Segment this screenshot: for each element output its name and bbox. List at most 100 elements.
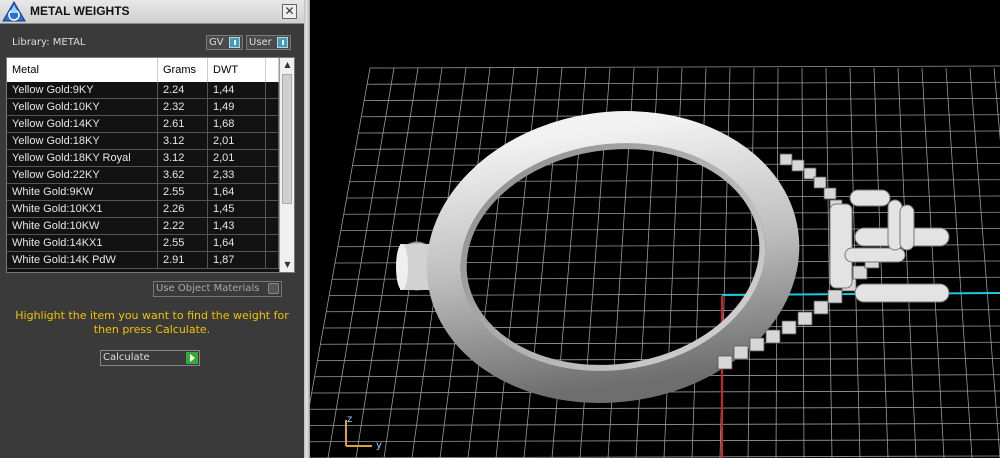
- metal-cell: Yellow Gold:9KY: [7, 82, 158, 98]
- library-label: Library: METAL: [12, 37, 86, 48]
- table-row[interactable]: Yellow Gold:10KY 2.32 1,49: [7, 99, 279, 116]
- table-row[interactable]: White Gold:10KW 2.22 1,43: [7, 218, 279, 235]
- grams-cell: 3.12: [158, 133, 208, 149]
- spacer-cell: [266, 99, 279, 115]
- grid-line: [364, 98, 1000, 101]
- user-toggle[interactable]: User: [246, 35, 291, 50]
- grid-line: [969, 67, 1000, 458]
- grid-line: [320, 341, 1000, 345]
- metal-cell: Yellow Gold:18KY Royal: [7, 150, 158, 166]
- grid-line: [369, 65, 1000, 69]
- toggle-switch-icon: [229, 37, 240, 48]
- scroll-up-icon[interactable]: ▲: [280, 58, 294, 72]
- table-row[interactable]: Yellow Gold:18KY 3.12 2,01: [7, 133, 279, 150]
- grid-line: [467, 67, 515, 458]
- metal-cell: White Gold:14K PdW: [7, 252, 158, 268]
- metal-cell: Yellow Gold:10KY: [7, 99, 158, 115]
- grams-cell: 2.55: [158, 184, 208, 200]
- table-row[interactable]: Yellow Gold:14KY 2.61 1,68: [7, 116, 279, 133]
- grid-line: [323, 325, 1000, 329]
- dwt-cell: 1,49: [208, 99, 266, 115]
- spacer-cell: [266, 133, 279, 149]
- use-object-materials-label: Use Object Materials: [156, 283, 260, 294]
- table-scrollbar[interactable]: ▲ ▼: [279, 58, 294, 272]
- play-arrow-icon: [186, 352, 198, 364]
- instruction-text: Highlight the item you want to find the …: [15, 309, 289, 336]
- grid-line: [993, 67, 1000, 142]
- grid-line: [349, 179, 1000, 183]
- dwt-cell: 1,43: [208, 218, 266, 234]
- grid-line: [367, 81, 1000, 85]
- spacer-cell: [266, 218, 279, 234]
- grams-cell: 3.12: [158, 150, 208, 166]
- grams-cell: 2.22: [158, 218, 208, 234]
- scroll-down-icon[interactable]: ▼: [280, 258, 294, 272]
- grid-line: [495, 67, 539, 458]
- metal-cell: Yellow Gold:18KY: [7, 133, 158, 149]
- spacer-cell: [266, 116, 279, 132]
- user-toggle-label: User: [249, 37, 272, 48]
- dwt-cell: 2,33: [208, 167, 266, 183]
- dwt-cell: 2,01: [208, 150, 266, 166]
- grid-line: [801, 67, 805, 458]
- grid-line: [897, 67, 917, 458]
- column-header-dwt[interactable]: DWT: [208, 58, 266, 82]
- grid-line: [945, 67, 973, 458]
- grid-line: [361, 114, 1000, 118]
- gv-toggle[interactable]: GV: [206, 35, 243, 50]
- axis-gizmo: z y: [345, 414, 382, 451]
- grid-line: [310, 406, 1000, 410]
- option-toggle-icon: [268, 283, 279, 294]
- grid-line: [326, 309, 1000, 313]
- spacer-cell: [266, 167, 279, 183]
- table-row[interactable]: White Gold:9KW 2.55 1,64: [7, 184, 279, 201]
- dwt-cell: 2,01: [208, 133, 266, 149]
- dwt-cell: 1,44: [208, 82, 266, 98]
- grams-cell: 2.32: [158, 99, 208, 115]
- spacer-cell: [266, 184, 279, 200]
- metal-cell: White Gold:9KW: [7, 184, 158, 200]
- dwt-cell: 1,64: [208, 235, 266, 251]
- grams-cell: 2.55: [158, 235, 208, 251]
- table-header: Metal Grams DWT: [7, 58, 279, 82]
- table-row[interactable]: White Gold:14K PdW 2.91 1,87: [7, 252, 279, 269]
- dwt-cell: 1,68: [208, 116, 266, 132]
- column-header-grams[interactable]: Grams: [158, 58, 208, 82]
- spacer-cell: [266, 252, 279, 268]
- metal-cell: White Gold:10KX1: [7, 201, 158, 217]
- grams-cell: 2.91: [158, 252, 208, 268]
- spacer-cell: [266, 150, 279, 166]
- viewport-scene[interactable]: z y: [310, 0, 1000, 458]
- table-row[interactable]: Yellow Gold:18KY Royal 3.12 2,01: [7, 150, 279, 167]
- table-row[interactable]: White Gold:14KX1 2.55 1,64: [7, 235, 279, 252]
- dwt-cell: 1,64: [208, 184, 266, 200]
- 3d-viewport[interactable]: z y: [310, 0, 1000, 458]
- grams-cell: 2.26: [158, 201, 208, 217]
- calculate-button[interactable]: Calculate: [100, 350, 200, 366]
- dwt-cell: 1,45: [208, 201, 266, 217]
- metal-cell: Yellow Gold:22KY: [7, 167, 158, 183]
- metal-cell: White Gold:14KX1: [7, 235, 158, 251]
- close-button[interactable]: ✕: [282, 4, 297, 19]
- use-object-materials-button[interactable]: Use Object Materials: [153, 281, 282, 297]
- spacer-cell: [266, 82, 279, 98]
- column-header-metal[interactable]: Metal: [7, 58, 158, 82]
- grid-line: [921, 67, 945, 458]
- table-row[interactable]: White Gold:10KX1 2.26 1,45: [7, 201, 279, 218]
- scroll-thumb[interactable]: [282, 74, 292, 204]
- grid-line: [346, 195, 1000, 199]
- calculate-label: Calculate: [103, 352, 150, 363]
- grams-cell: 2.61: [158, 116, 208, 132]
- grams-cell: 2.24: [158, 82, 208, 98]
- toggle-switch-icon: [277, 37, 288, 48]
- grams-cell: 3.62: [158, 167, 208, 183]
- spacer-cell: [266, 201, 279, 217]
- dwt-cell: 1,87: [208, 252, 266, 268]
- column-header-empty: [266, 58, 279, 82]
- axis-z-label: z: [347, 414, 352, 425]
- app-logo-icon: [2, 1, 26, 22]
- table-row[interactable]: Yellow Gold:9KY 2.24 1,44: [7, 82, 279, 99]
- table-body: Yellow Gold:9KY 2.24 1,44 Yellow Gold:10KY 2…: [7, 82, 279, 269]
- grid-line: [310, 439, 1000, 443]
- table-row[interactable]: Yellow Gold:22KY 3.62 2,33: [7, 167, 279, 184]
